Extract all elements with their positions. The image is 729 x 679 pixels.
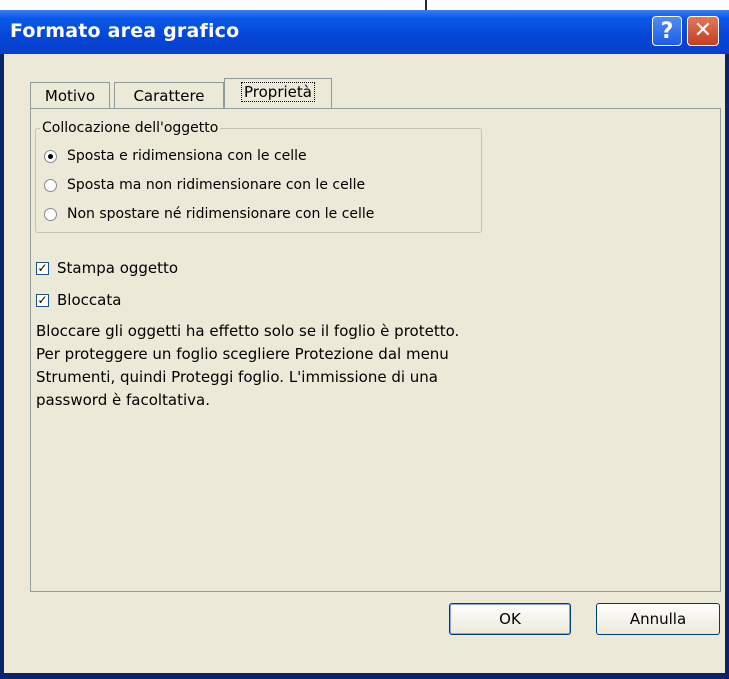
checkmark-icon[interactable]: ✓ bbox=[36, 261, 49, 275]
checkbox-label: Stampa oggetto bbox=[57, 259, 179, 277]
tab-motivo[interactable]: Motivo bbox=[30, 82, 110, 108]
radio-button[interactable] bbox=[44, 149, 57, 163]
checkbox-print-object[interactable]: ✓ Stampa oggetto bbox=[36, 258, 178, 278]
radio-label: Non spostare né ridimensionare con le ce… bbox=[67, 206, 375, 222]
tab-proprieta[interactable]: Proprietà bbox=[224, 78, 332, 108]
ok-button[interactable]: OK bbox=[449, 603, 571, 635]
group-label: Collocazione dell'oggetto bbox=[40, 120, 221, 136]
radio-button[interactable] bbox=[44, 207, 57, 221]
radio-option-move-resize[interactable]: Sposta e ridimensiona con le celle bbox=[44, 146, 307, 166]
note-line: Strumenti, quindi Proteggi foglio. L'imm… bbox=[36, 368, 438, 386]
tab-label: Proprietà bbox=[241, 82, 315, 102]
question-icon: ? bbox=[660, 19, 674, 44]
checkbox-label: Bloccata bbox=[57, 291, 122, 309]
note-line: password è facoltativa. bbox=[36, 391, 211, 409]
tab-label: Carattere bbox=[133, 87, 205, 105]
radio-option-move-no-resize[interactable]: Sposta ma non ridimensionare con le cell… bbox=[44, 175, 365, 195]
close-icon: ✕ bbox=[693, 18, 713, 43]
radio-label: Sposta e ridimensiona con le celle bbox=[67, 148, 307, 164]
radio-label: Sposta ma non ridimensionare con le cell… bbox=[67, 177, 366, 193]
close-button[interactable]: ✕ bbox=[687, 16, 719, 46]
radio-option-no-move-no-resize[interactable]: Non spostare né ridimensionare con le ce… bbox=[44, 204, 374, 224]
checkmark-icon[interactable]: ✓ bbox=[36, 293, 49, 307]
ok-label: OK bbox=[499, 610, 521, 628]
note-line: Bloccare gli oggetti ha effetto solo se … bbox=[36, 322, 460, 340]
checkbox-locked[interactable]: ✓ Bloccata bbox=[36, 290, 121, 310]
tab-carattere[interactable]: Carattere bbox=[114, 82, 224, 108]
tab-label: Motivo bbox=[44, 87, 96, 105]
cancel-button[interactable]: Annulla bbox=[596, 603, 720, 635]
cancel-label: Annulla bbox=[629, 610, 687, 628]
note-line: Per proteggere un foglio scegliere Prote… bbox=[36, 345, 449, 363]
help-button[interactable]: ? bbox=[652, 16, 682, 46]
radio-button[interactable] bbox=[44, 178, 57, 192]
dialog-title: Formato area grafico bbox=[10, 20, 240, 42]
lock-info-text: Bloccare gli oggetti ha effetto solo se … bbox=[36, 320, 536, 412]
